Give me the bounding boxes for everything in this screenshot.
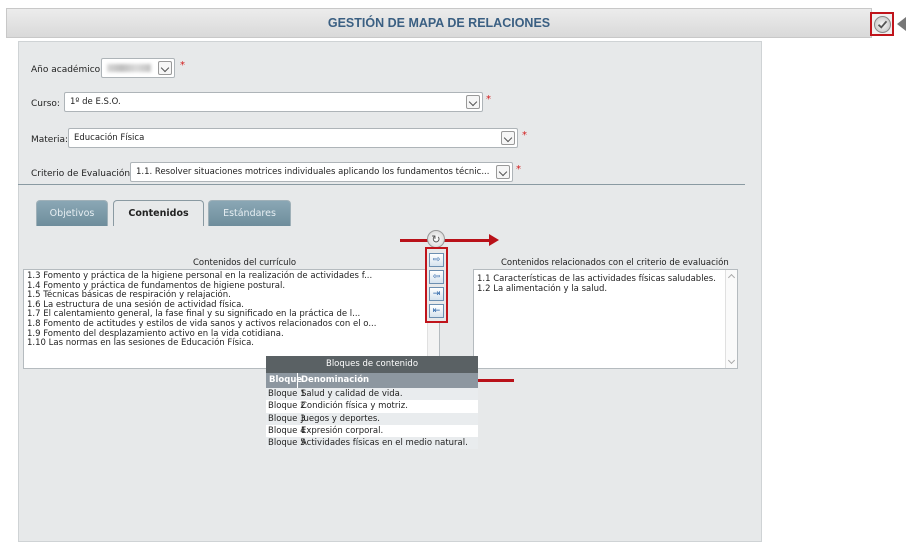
chevron-down-icon[interactable] bbox=[158, 61, 172, 75]
materia-label: Materia: bbox=[31, 135, 69, 145]
anio-label: Año académico: bbox=[31, 65, 104, 75]
relacionados-listbox[interactable]: 1.1 Características de las actividades f… bbox=[473, 269, 738, 369]
page-title-bar: GESTIÓN DE MAPA DE RELACIONES bbox=[6, 8, 872, 38]
tab-strip-divider bbox=[18, 184, 745, 185]
curriculo-caption: Contenidos del currículo bbox=[193, 258, 297, 268]
chevron-down-icon[interactable] bbox=[466, 95, 480, 109]
curso-label: Curso: bbox=[31, 99, 60, 109]
materia-select[interactable]: Educación Física bbox=[68, 128, 518, 148]
move-buttons-group: ⇨ ⇦ ⇥ ⇤ bbox=[425, 247, 448, 323]
refresh-icon[interactable]: ↻ bbox=[427, 230, 445, 248]
list-item[interactable]: 1.10 Las normas en las sesiones de Educa… bbox=[24, 339, 439, 349]
table-row: Bloque 5 Actividades físicas en el medio… bbox=[266, 437, 478, 450]
table-cell: Juegos y deportes. bbox=[301, 413, 380, 424]
page-title: GESTIÓN DE MAPA DE RELACIONES bbox=[327, 16, 551, 30]
check-circle-icon bbox=[873, 15, 891, 33]
relacionados-list: 1.1 Características de las actividades f… bbox=[474, 270, 737, 294]
criterio-select[interactable]: 1.1. Resolver situaciones motrices indiv… bbox=[130, 162, 513, 182]
table-row: Bloque 1 Salud y calidad de vida. bbox=[266, 388, 478, 401]
accept-button[interactable] bbox=[870, 12, 894, 36]
column-header-denominacion: Denominación bbox=[301, 375, 370, 385]
chevron-down-icon[interactable] bbox=[496, 165, 510, 179]
list-item[interactable]: 1.2 La alimentación y la salud. bbox=[474, 284, 737, 295]
table-cell: Salud y calidad de vida. bbox=[301, 389, 403, 399]
bloques-body: Bloque 1 Salud y calidad de vida. Bloque… bbox=[266, 388, 478, 450]
relacionados-caption: Contenidos relacionados con el criterio … bbox=[501, 258, 729, 268]
move-left-icon[interactable]: ⇦ bbox=[429, 270, 444, 284]
bloques-caption: Bloques de contenido bbox=[266, 356, 478, 373]
move-right-icon[interactable]: ⇨ bbox=[429, 253, 444, 267]
curriculo-listbox[interactable]: 1.3 Fomento y práctica de la higiene per… bbox=[23, 269, 440, 369]
table-cell: Expresión corporal. bbox=[301, 425, 384, 436]
anio-value-redacted bbox=[107, 64, 151, 72]
chevron-down-icon[interactable] bbox=[501, 131, 515, 145]
table-row: Bloque 2 Condición física y motriz. bbox=[266, 400, 478, 412]
criterio-label: Criterio de Evaluación: bbox=[31, 169, 134, 179]
table-cell: Condición física y motriz. bbox=[301, 401, 408, 412]
curriculo-list: 1.3 Fomento y práctica de la higiene per… bbox=[24, 270, 439, 349]
table-cell: Bloque 5 bbox=[268, 438, 306, 449]
table-row: Bloque 3 Juegos y deportes. bbox=[266, 412, 478, 425]
tab-contenidos[interactable]: Contenidos bbox=[113, 200, 204, 226]
required-mark: * bbox=[180, 60, 185, 71]
curso-select[interactable]: 1º de E.S.O. bbox=[64, 92, 483, 112]
tab-objetivos[interactable]: Objetivos bbox=[36, 200, 108, 226]
tab-estandares[interactable]: Estándares bbox=[208, 200, 291, 226]
collapse-panel-icon[interactable] bbox=[897, 17, 906, 31]
required-mark: * bbox=[516, 164, 521, 175]
move-all-right-icon[interactable]: ⇥ bbox=[429, 287, 444, 301]
bloques-table: Bloques de contenido Bloque Denominación… bbox=[266, 356, 478, 450]
column-header-bloque: Bloque bbox=[266, 373, 302, 388]
required-mark: * bbox=[486, 94, 491, 105]
relacionados-scrollbar[interactable] bbox=[725, 270, 737, 368]
annotation-arrow-right bbox=[400, 234, 499, 246]
move-all-left-icon[interactable]: ⇤ bbox=[429, 304, 444, 318]
table-cell: Actividades físicas en el medio natural. bbox=[301, 438, 468, 449]
anio-select[interactable] bbox=[101, 58, 175, 78]
bloques-header: Bloque Denominación bbox=[266, 373, 478, 388]
table-cell: Bloque 3 bbox=[268, 413, 306, 424]
table-cell: Bloque 4 bbox=[268, 425, 306, 436]
table-row: Bloque 4 Expresión corporal. bbox=[266, 425, 478, 437]
table-cell: Bloque 1 bbox=[268, 389, 306, 399]
chevron-up-icon[interactable] bbox=[727, 273, 736, 282]
table-cell: Bloque 2 bbox=[268, 401, 306, 412]
chevron-down-icon[interactable] bbox=[727, 356, 736, 365]
required-mark: * bbox=[522, 130, 527, 141]
